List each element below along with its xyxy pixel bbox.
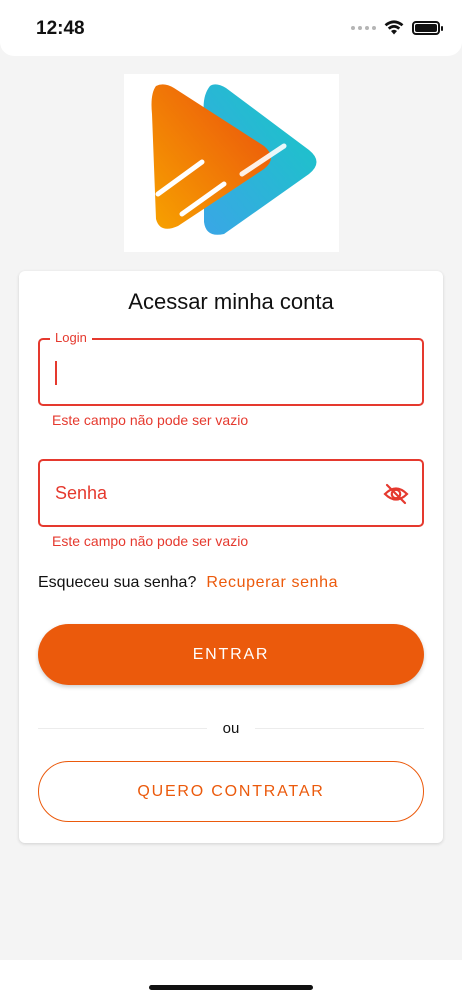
password-input[interactable]: Senha (38, 459, 424, 527)
app-logo (124, 74, 339, 252)
or-divider: ou (38, 717, 424, 739)
divider-line-left (38, 727, 207, 729)
divider-text: ou (222, 719, 240, 737)
recover-password-link[interactable]: Recuperar senha (206, 574, 338, 592)
login-error-message: Este campo não pode ser vazio (52, 412, 249, 428)
bottom-safe-area (0, 960, 462, 1000)
text-cursor (55, 361, 57, 385)
divider-line-right (255, 727, 424, 729)
eye-off-icon[interactable] (382, 480, 410, 508)
play-logo-icon (151, 84, 317, 235)
login-card: Acessar minha conta Login Este campo não… (19, 271, 443, 843)
login-screen: 12:48 Acessar minha conta Login Este cam… (0, 0, 462, 1000)
enter-button[interactable]: ENTRAR (38, 624, 424, 685)
forgot-password-text: Esqueceu sua senha? (38, 574, 197, 591)
battery-icon (412, 20, 443, 35)
password-error-message: Este campo não pode ser vazio (52, 533, 249, 549)
cellular-signal-icon (351, 25, 376, 30)
forgot-password-row: Esqueceu sua senha? Recuperar senha (38, 574, 338, 592)
home-indicator[interactable] (149, 985, 313, 990)
login-label: Login (50, 330, 92, 345)
password-placeholder: Senha (55, 483, 108, 503)
login-input[interactable]: Login (38, 330, 424, 406)
card-title: Acessar minha conta (128, 289, 334, 314)
status-bar: 12:48 (0, 0, 462, 56)
status-icons (351, 20, 443, 35)
status-time: 12:48 (36, 18, 85, 39)
wifi-icon (384, 20, 404, 35)
hire-button[interactable]: QUERO CONTRATAR (38, 761, 424, 822)
